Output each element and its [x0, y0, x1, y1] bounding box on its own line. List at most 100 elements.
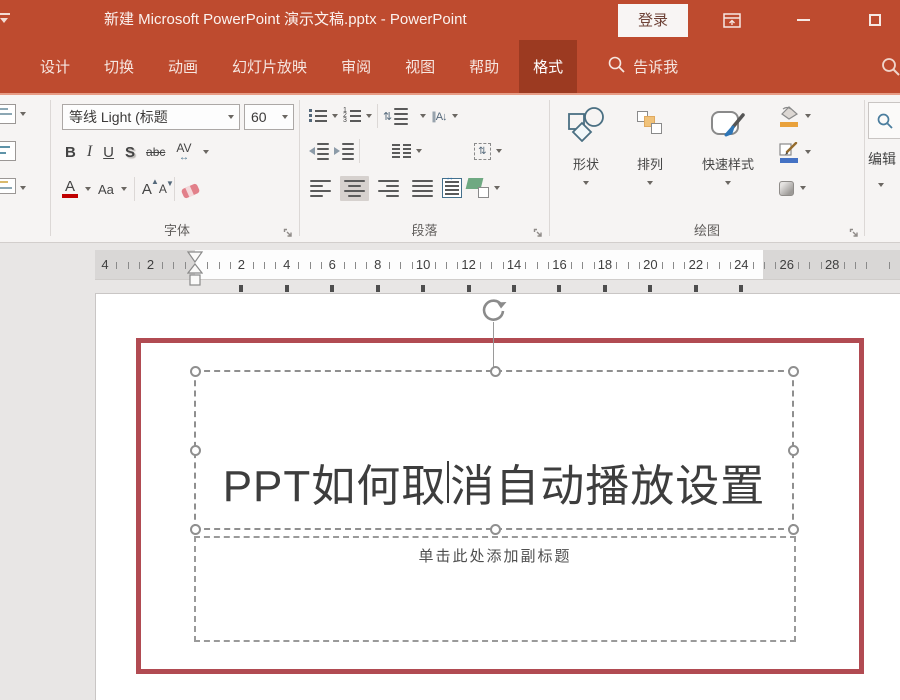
chevron-down-icon[interactable] — [496, 149, 502, 153]
tab-transitions[interactable]: 切换 — [90, 40, 148, 93]
chevron-down-icon[interactable] — [85, 187, 91, 191]
maximize-icon[interactable] — [858, 0, 892, 40]
selection-handle[interactable] — [788, 524, 799, 535]
ruler-tab-stop[interactable] — [376, 285, 380, 292]
ruler-tab-stop[interactable] — [467, 285, 471, 292]
chevron-down-icon[interactable] — [805, 150, 811, 154]
ruler-tab-stop[interactable] — [285, 285, 289, 292]
increase-indent-icon[interactable] — [334, 143, 354, 160]
tab-animations[interactable]: 动画 — [154, 40, 212, 93]
smartart-icon[interactable] — [467, 178, 489, 198]
text-shadow-button[interactable]: S — [125, 144, 135, 161]
tab-format[interactable]: 格式 — [519, 40, 577, 93]
ruler-tick — [173, 262, 174, 269]
ruler-tab-stop[interactable] — [648, 285, 652, 292]
strikethrough-button[interactable]: abc — [146, 145, 165, 159]
rotation-handle-icon[interactable] — [480, 296, 507, 323]
find-button[interactable] — [868, 102, 900, 139]
ruler-tab-stop[interactable] — [239, 285, 243, 292]
bullets-icon[interactable] — [309, 109, 327, 124]
font-size-combobox[interactable]: 60 — [244, 104, 294, 130]
ruler-tick — [264, 262, 265, 269]
shapes-button[interactable]: 形状 — [557, 100, 615, 214]
italic-button[interactable]: I — [87, 143, 92, 161]
ruler-tab-stop[interactable] — [739, 285, 743, 292]
decrease-indent-icon[interactable] — [309, 143, 329, 160]
selection-handle[interactable] — [490, 524, 501, 535]
chevron-down-icon[interactable] — [800, 186, 806, 190]
ruler-tick — [219, 262, 220, 269]
dialog-launcher-icon[interactable] — [849, 226, 860, 237]
chevron-down-icon[interactable] — [878, 183, 884, 187]
sign-in-button[interactable]: 登录 — [618, 4, 688, 37]
increase-font-size-button[interactable]: A▲ — [142, 181, 152, 198]
selection-handle[interactable] — [490, 366, 501, 377]
minimize-icon[interactable] — [786, 0, 820, 40]
selection-handle[interactable] — [190, 366, 201, 377]
ruler-tab-stop[interactable] — [694, 285, 698, 292]
tab-help[interactable]: 帮助 — [455, 40, 513, 93]
slide-canvas: 42246810121416182022242628 — [0, 243, 900, 700]
change-case-button[interactable]: Aa — [98, 182, 114, 197]
arrange-button[interactable]: 排列 — [621, 100, 679, 214]
shape-fill-button[interactable] — [779, 98, 849, 134]
ruler-tab-stop[interactable] — [557, 285, 561, 292]
ruler-tab-stop[interactable] — [421, 285, 425, 292]
dialog-launcher-icon[interactable] — [533, 226, 544, 237]
layout-icon[interactable] — [0, 104, 26, 126]
quick-access-chevron-icon[interactable] — [0, 13, 12, 27]
horizontal-ruler[interactable]: 42246810121416182022242628 — [95, 250, 900, 280]
ruler-tab-stop[interactable] — [603, 285, 607, 292]
align-center-icon[interactable] — [340, 176, 369, 201]
tab-view[interactable]: 视图 — [391, 40, 449, 93]
chevron-down-icon[interactable] — [416, 149, 422, 153]
tab-slideshow[interactable]: 幻灯片放映 — [218, 40, 321, 93]
chevron-down-icon[interactable] — [494, 186, 500, 190]
align-text-icon[interactable]: ⇅ — [474, 143, 491, 160]
line-spacing-icon[interactable]: ⇅ — [383, 108, 415, 125]
ribbon-display-options-icon[interactable] — [715, 0, 749, 40]
chevron-down-icon[interactable] — [282, 115, 288, 119]
chevron-down-icon[interactable] — [332, 114, 338, 118]
tab-design[interactable]: 设计 — [26, 40, 84, 93]
ruler-tick — [582, 262, 583, 269]
font-name-combobox[interactable]: 等线 Light (标题 — [62, 104, 240, 130]
selection-handle[interactable] — [788, 366, 799, 377]
decrease-font-size-button[interactable]: A▼ — [159, 182, 167, 196]
chevron-down-icon[interactable] — [805, 114, 811, 118]
dialog-launcher-icon[interactable] — [283, 226, 294, 237]
search-icon[interactable] — [880, 56, 900, 78]
section-icon[interactable] — [0, 178, 26, 200]
subtitle-placeholder[interactable]: 单击此处添加副标题 — [194, 536, 796, 642]
slide[interactable]: PPT如何取 消自动播放设置 单击此处添加副标题 — [95, 293, 900, 700]
quick-styles-button[interactable]: 快速样式 — [683, 100, 773, 214]
tab-review[interactable]: 审阅 — [327, 40, 385, 93]
chevron-down-icon[interactable] — [228, 115, 234, 119]
chevron-down-icon[interactable] — [366, 114, 372, 118]
align-right-icon[interactable] — [374, 176, 403, 201]
chevron-down-icon[interactable] — [203, 150, 209, 154]
justify-icon[interactable] — [408, 176, 437, 201]
slide-title-text[interactable]: PPT如何取 消自动播放设置 — [196, 450, 792, 514]
shape-effects-button[interactable] — [779, 170, 849, 206]
selection-handle[interactable] — [190, 524, 201, 535]
font-color-button[interactable]: A — [62, 180, 78, 198]
tell-me-box[interactable]: 告诉我 — [599, 40, 686, 93]
ruler-tab-stop[interactable] — [512, 285, 516, 292]
shape-outline-button[interactable] — [779, 134, 849, 170]
underline-button[interactable]: U — [103, 144, 114, 161]
chevron-down-icon[interactable] — [420, 114, 426, 118]
distribute-icon[interactable]: ↔ — [442, 178, 462, 198]
text-direction-icon[interactable]: ∥A↓ — [431, 110, 446, 123]
character-spacing-button[interactable]: AV ↔ — [176, 143, 191, 161]
eraser-icon[interactable] — [181, 183, 201, 199]
chevron-down-icon[interactable] — [452, 114, 458, 118]
title-placeholder[interactable]: PPT如何取 消自动播放设置 — [194, 370, 794, 530]
reset-slide-icon[interactable] — [0, 141, 26, 163]
numbering-icon[interactable]: 1 2 3 — [343, 109, 361, 124]
chevron-down-icon[interactable] — [121, 187, 127, 191]
ruler-tab-stop[interactable] — [330, 285, 334, 292]
columns-icon[interactable] — [392, 144, 411, 158]
bold-button[interactable]: B — [65, 144, 76, 161]
align-left-icon[interactable] — [306, 176, 335, 201]
